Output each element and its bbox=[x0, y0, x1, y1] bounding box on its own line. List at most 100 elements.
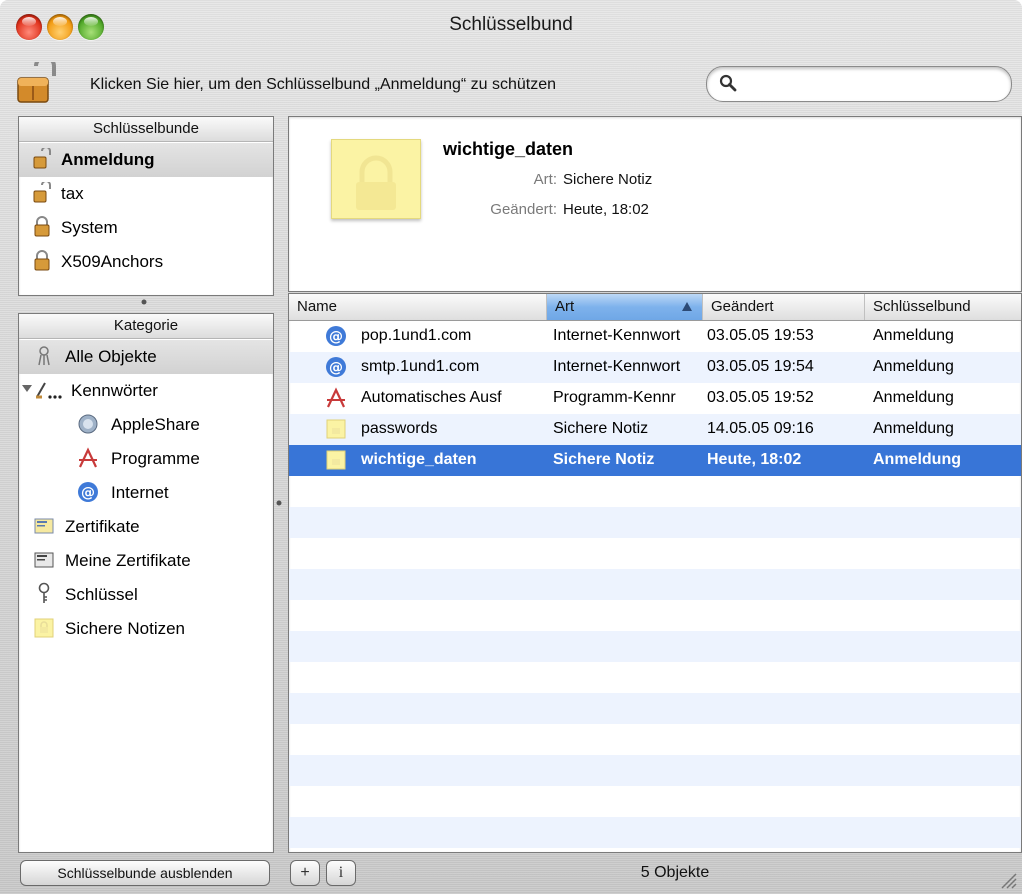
category-header: Kategorie bbox=[19, 314, 273, 339]
empty-row bbox=[289, 724, 1021, 755]
keychains-header: Schlüsselbunde bbox=[19, 117, 273, 142]
detail-panel: wichtige_daten Art: Sichere Notiz Geände… bbox=[288, 116, 1022, 292]
cell-keychain: Anmeldung bbox=[873, 358, 954, 375]
category-item-appleshare[interactable]: AppleShare bbox=[19, 408, 273, 442]
empty-row bbox=[289, 662, 1021, 693]
unlocked-lock-icon bbox=[33, 182, 51, 203]
category-label: Internet bbox=[111, 483, 169, 502]
category-label: Schlüssel bbox=[65, 585, 138, 604]
search-field[interactable] bbox=[706, 66, 1012, 102]
title-bar: Schlüsselbund bbox=[0, 0, 1022, 56]
cell-keychain: Anmeldung bbox=[873, 389, 954, 406]
cell-keychain: Anmeldung bbox=[873, 327, 954, 344]
keychain-label: X509Anchors bbox=[61, 252, 164, 271]
applications-icon bbox=[79, 447, 97, 468]
category-item-all[interactable]: Alle Objekte bbox=[19, 340, 273, 374]
keychain-label: System bbox=[61, 218, 118, 237]
category-item-passwords[interactable]: Kennwörter bbox=[19, 374, 273, 408]
column-header-geaendert[interactable]: Geändert bbox=[703, 294, 865, 320]
table-header: Name Art Geändert Schlüsselbund bbox=[289, 294, 1021, 321]
cell-changed: 14.05.05 09:16 bbox=[707, 420, 814, 437]
lock-keychain-message[interactable]: Klicken Sie hier, um den Schlüsselbund „… bbox=[90, 76, 556, 94]
add-item-button[interactable]: + bbox=[290, 860, 320, 886]
empty-row bbox=[289, 600, 1021, 631]
table-row[interactable]: Automatisches Ausf Programm-Kennr 03.05.… bbox=[289, 383, 1021, 414]
locked-lock-icon bbox=[34, 250, 50, 271]
items-table: Name Art Geändert Schlüsselbund @ pop.1u… bbox=[288, 293, 1022, 853]
unlocked-lock-icon bbox=[33, 148, 51, 169]
cell-art: Sichere Notiz bbox=[553, 451, 655, 468]
category-item-zertifikate[interactable]: Zertifikate bbox=[19, 510, 273, 544]
category-panel: Kategorie Alle Objekte Kennwörter AppleS… bbox=[18, 313, 274, 853]
splitter-handle[interactable] bbox=[275, 496, 283, 510]
cell-changed: 03.05.05 19:54 bbox=[707, 358, 814, 375]
my-certificate-icon bbox=[34, 552, 54, 568]
secure-note-icon bbox=[326, 450, 346, 470]
column-header-schluesselbund[interactable]: Schlüsselbund bbox=[865, 294, 1021, 320]
column-header-name[interactable]: Name bbox=[289, 294, 547, 320]
category-item-schluessel[interactable]: Schlüssel bbox=[19, 578, 273, 612]
category-label: Zertifikate bbox=[65, 517, 140, 536]
category-item-internet[interactable]: @ Internet bbox=[19, 476, 273, 510]
cell-name: smtp.1und1.com bbox=[361, 358, 480, 375]
keychain-item-anmeldung[interactable]: Anmeldung bbox=[19, 143, 273, 177]
empty-row bbox=[289, 538, 1021, 569]
cell-changed: 03.05.05 19:52 bbox=[707, 389, 814, 406]
certificate-icon bbox=[34, 518, 54, 534]
resize-grip-icon[interactable] bbox=[996, 868, 1018, 890]
svg-text:@: @ bbox=[329, 329, 343, 345]
empty-row bbox=[289, 755, 1021, 786]
keychain-item-tax[interactable]: tax bbox=[19, 177, 273, 211]
hide-keychains-button[interactable]: Schlüsselbunde ausblenden bbox=[20, 860, 270, 886]
empty-row bbox=[289, 631, 1021, 662]
detail-changed-value: Heute, 18:02 bbox=[563, 201, 649, 218]
keychain-item-x509anchors[interactable]: X509Anchors bbox=[19, 245, 273, 279]
column-header-label: Art bbox=[555, 298, 575, 315]
cell-changed: 03.05.05 19:53 bbox=[707, 327, 814, 344]
empty-row bbox=[289, 786, 1021, 817]
keychain-label: Anmeldung bbox=[61, 150, 155, 169]
cell-name: pop.1und1.com bbox=[361, 327, 472, 344]
cell-keychain: Anmeldung bbox=[873, 420, 954, 437]
category-item-sichere-notizen[interactable]: Sichere Notizen bbox=[19, 612, 273, 646]
cell-art: Sichere Notiz bbox=[553, 420, 649, 437]
category-item-meine-zertifikate[interactable]: Meine Zertifikate bbox=[19, 544, 273, 578]
category-item-programme[interactable]: Programme bbox=[19, 442, 273, 476]
cell-art: Internet-Kennwort bbox=[553, 327, 681, 344]
cell-art: Programm-Kennr bbox=[553, 389, 676, 406]
internet-at-icon: @ bbox=[326, 357, 346, 377]
internet-at-icon: @ bbox=[326, 326, 346, 346]
secure-note-icon bbox=[34, 618, 54, 638]
cell-changed: Heute, 18:02 bbox=[707, 451, 802, 468]
detail-item-name: wichtige_daten bbox=[443, 139, 574, 159]
splitter-handle[interactable] bbox=[140, 296, 148, 308]
cell-name: wichtige_daten bbox=[361, 451, 477, 468]
table-row[interactable]: passwords Sichere Notiz 14.05.05 09:16 A… bbox=[289, 414, 1021, 445]
empty-row bbox=[289, 693, 1021, 724]
cell-name: Automatisches Ausf bbox=[361, 389, 502, 406]
category-label: Programme bbox=[111, 449, 200, 468]
unlocked-lock-icon[interactable] bbox=[14, 62, 58, 106]
keychain-item-system[interactable]: System bbox=[19, 211, 273, 245]
category-label: Meine Zertifikate bbox=[65, 551, 191, 570]
table-row-selected[interactable]: wichtige_daten Sichere Notiz Heute, 18:0… bbox=[289, 445, 1021, 476]
category-label: Kennwörter bbox=[71, 381, 158, 400]
info-button[interactable]: i bbox=[326, 860, 356, 886]
keychain-window: Schlüsselbund Klicken Sie hier, um den S… bbox=[0, 0, 1022, 894]
cell-keychain: Anmeldung bbox=[873, 451, 961, 468]
category-label: Alle Objekte bbox=[65, 347, 157, 366]
svg-text:@: @ bbox=[329, 360, 343, 376]
keychain-label: tax bbox=[61, 184, 84, 203]
cell-art: Internet-Kennwort bbox=[553, 358, 681, 375]
locked-lock-icon bbox=[34, 216, 50, 237]
column-header-art[interactable]: Art bbox=[547, 294, 703, 320]
keychains-panel: Schlüsselbunde Anmeldung tax System X509… bbox=[18, 116, 274, 296]
table-row[interactable]: @ pop.1und1.com Internet-Kennwort 03.05.… bbox=[289, 321, 1021, 352]
search-icon bbox=[719, 74, 737, 92]
category-label: Sichere Notizen bbox=[65, 619, 186, 638]
table-row[interactable]: @ smtp.1und1.com Internet-Kennwort 03.05… bbox=[289, 352, 1021, 383]
empty-row bbox=[289, 569, 1021, 600]
empty-row bbox=[289, 507, 1021, 538]
disclosure-triangle-icon[interactable] bbox=[21, 382, 33, 394]
svg-text:@: @ bbox=[81, 485, 95, 501]
